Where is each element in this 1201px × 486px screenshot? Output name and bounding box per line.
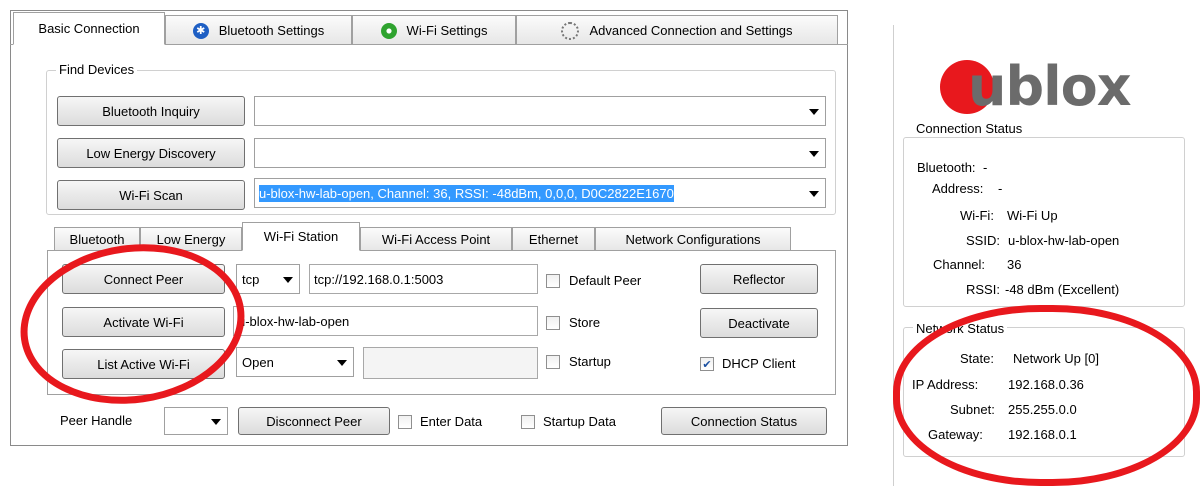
tab-advanced-connection[interactable]: Advanced Connection and Settings	[516, 15, 838, 45]
check-icon: ✔	[702, 358, 712, 371]
rssi-value: -48 dBm (Excellent)	[1005, 282, 1120, 297]
activate-wifi-button[interactable]: Activate Wi-Fi	[62, 307, 225, 337]
peer-url-input[interactable]: tcp://192.168.0.1:5003	[309, 264, 538, 294]
address-value: -	[998, 181, 1003, 196]
tab-label: Wi-Fi Station	[263, 229, 339, 244]
startup-data-label: Startup Data	[543, 414, 616, 429]
state-value: Network Up [0]	[1013, 351, 1099, 366]
peer-handle-select[interactable]	[164, 407, 228, 435]
default-peer-label: Default Peer	[569, 273, 642, 288]
startup-label: Startup	[569, 354, 611, 369]
chevron-down-icon	[809, 151, 819, 157]
startup-checkbox[interactable]	[546, 355, 560, 369]
store-checkbox[interactable]	[546, 316, 560, 330]
ublox-logo: ublox	[940, 52, 1160, 122]
tab-label: Bluetooth	[69, 232, 125, 247]
chevron-down-icon	[809, 109, 819, 115]
password-input[interactable]	[363, 347, 538, 379]
tab-label: Advanced Connection and Settings	[589, 23, 793, 38]
tab-label: Basic Connection	[38, 21, 140, 36]
ssid-label: SSID:	[966, 233, 1000, 248]
bluetooth-status-value: -	[983, 160, 988, 175]
bluetooth-status-label: Bluetooth:	[917, 160, 976, 175]
bluetooth-inquiry-select[interactable]	[254, 96, 826, 126]
wifi-status-value: Wi-Fi Up	[1007, 208, 1058, 223]
gateway-label: Gateway:	[928, 427, 983, 442]
chevron-down-icon	[809, 191, 819, 197]
subtab-network-configurations[interactable]: Network Configurations	[595, 227, 791, 251]
wifi-scan-select[interactable]: u-blox-hw-lab-open, Channel: 36, RSSI: -…	[254, 178, 826, 208]
rssi-label: RSSI:	[966, 282, 1000, 297]
bluetooth-inquiry-button[interactable]: Bluetooth Inquiry	[57, 96, 245, 126]
channel-label: Channel:	[933, 257, 986, 272]
dhcp-client-checkbox[interactable]: ✔	[700, 357, 714, 371]
ip-address-value: 192.168.0.36	[1008, 377, 1084, 392]
subtab-wifi-station[interactable]: Wi-Fi Station	[242, 222, 360, 251]
reflector-button[interactable]: Reflector	[700, 264, 818, 294]
gear-icon	[561, 21, 580, 40]
select-value: tcp	[242, 271, 260, 287]
tab-basic-connection[interactable]: Basic Connection	[13, 12, 165, 45]
tab-wifi-settings[interactable]: Wi-Fi Settings	[352, 15, 516, 45]
gateway-value: 192.168.0.1	[1008, 427, 1077, 442]
wifi-icon	[380, 22, 397, 39]
network-status-title: Network Status	[913, 321, 1008, 336]
bluetooth-icon: ✱	[192, 22, 209, 39]
peer-handle-label: Peer Handle	[60, 413, 133, 428]
deactivate-button[interactable]: Deactivate	[700, 308, 818, 338]
chevron-down-icon	[211, 419, 221, 425]
tab-bluetooth-settings[interactable]: ✱ Bluetooth Settings	[165, 15, 352, 45]
find-devices-title: Find Devices	[56, 62, 138, 77]
chevron-down-icon	[283, 277, 293, 283]
subtab-wifi-access-point[interactable]: Wi-Fi Access Point	[360, 227, 512, 251]
connection-status-title: Connection Status	[913, 121, 1026, 136]
enter-data-label: Enter Data	[420, 414, 483, 429]
tab-label: Wi-Fi Settings	[406, 23, 488, 38]
protocol-select[interactable]: tcp	[236, 264, 300, 294]
address-label: Address:	[932, 181, 984, 196]
security-select[interactable]: Open	[236, 347, 354, 377]
list-active-wifi-button[interactable]: List Active Wi-Fi	[62, 349, 225, 379]
tab-label: Network Configurations	[625, 232, 761, 247]
tab-label: Ethernet	[528, 232, 579, 247]
subtab-low-energy[interactable]: Low Energy	[140, 227, 242, 251]
low-energy-discovery-select[interactable]	[254, 138, 826, 168]
state-label: State:	[960, 351, 994, 366]
tab-label: Wi-Fi Access Point	[381, 232, 491, 247]
dhcp-client-label: DHCP Client	[722, 356, 796, 371]
connection-status-button[interactable]: Connection Status	[661, 407, 827, 435]
enter-data-checkbox[interactable]	[398, 415, 412, 429]
tab-label: Low Energy	[156, 232, 226, 247]
subnet-label: Subnet:	[950, 402, 995, 417]
ip-address-label: IP Address:	[912, 377, 979, 392]
chevron-down-icon	[337, 360, 347, 366]
default-peer-checkbox[interactable]	[546, 274, 560, 288]
low-energy-discovery-button[interactable]: Low Energy Discovery	[57, 138, 245, 168]
ssid-value: u-blox-hw-lab-open	[1008, 233, 1120, 248]
wifi-scan-button[interactable]: Wi-Fi Scan	[57, 180, 245, 210]
startup-data-checkbox[interactable]	[521, 415, 535, 429]
tab-label: Bluetooth Settings	[218, 23, 325, 38]
logo-text: ublox	[968, 55, 1132, 118]
select-value: Open	[242, 354, 274, 370]
ssid-input[interactable]: u-blox-hw-lab-open	[233, 306, 538, 336]
subnet-value: 255.255.0.0	[1008, 402, 1077, 417]
subtab-bluetooth[interactable]: Bluetooth	[54, 227, 140, 251]
selected-network: u-blox-hw-lab-open, Channel: 36, RSSI: -…	[259, 184, 674, 202]
store-label: Store	[569, 315, 601, 330]
subtab-ethernet[interactable]: Ethernet	[512, 227, 595, 251]
connect-peer-button[interactable]: Connect Peer	[62, 264, 225, 294]
disconnect-peer-button[interactable]: Disconnect Peer	[238, 407, 390, 435]
wifi-status-label: Wi-Fi:	[960, 208, 994, 223]
channel-value: 36	[1007, 257, 1022, 272]
